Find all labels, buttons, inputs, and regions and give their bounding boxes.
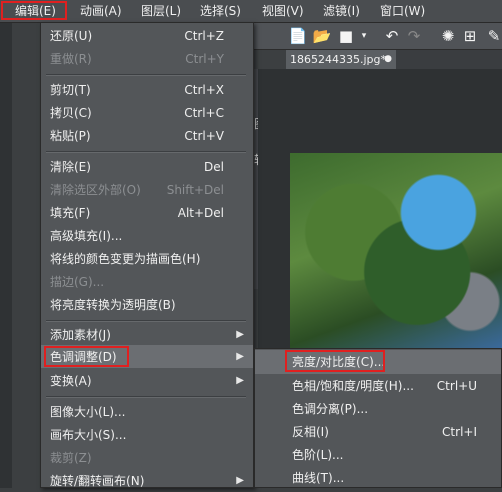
menu-item-label: 添加素材(J) <box>50 328 111 342</box>
menu-layer[interactable]: 图层(L) <box>141 0 181 22</box>
chevron-down-icon[interactable]: ▾ <box>354 26 374 46</box>
menu-item-crop[interactable]: 裁剪(Z) <box>50 447 250 469</box>
menu-window[interactable]: 窗口(W) <box>380 0 425 22</box>
submenu-arrow-icon: ▶ <box>236 375 244 386</box>
menu-separator <box>46 74 246 76</box>
document-tab[interactable]: 1865244335.jpg* ● <box>286 50 396 69</box>
menu-item-luminance-to-alpha[interactable]: 将亮度转换为透明度(B) <box>50 294 250 316</box>
menu-item-label: 描边(G)... <box>50 275 105 289</box>
menu-bar: 编辑(E) 动画(A) 图层(L) 选择(S) 视图(V) 滤镜(I) 窗口(W… <box>0 0 502 23</box>
submenu-item-label: 色相/饱和度/明度(H)... <box>292 379 414 393</box>
submenu-arrow-icon: ▶ <box>236 351 244 362</box>
menu-edit-highlight <box>1 1 67 20</box>
undo-icon[interactable]: ↶ <box>382 26 402 46</box>
menu-select[interactable]: 选择(S) <box>200 0 241 22</box>
menu-item-paste[interactable]: 粘贴(P) Ctrl+V <box>50 125 250 147</box>
menu-item-clear[interactable]: 清除(E) Del <box>50 156 250 178</box>
menu-item-label: 将亮度转换为透明度(B) <box>50 298 176 312</box>
menu-item-transform[interactable]: 变换(A) ▶ <box>50 370 250 392</box>
menu-item-label: 旋转/翻转画布(N) <box>50 474 145 488</box>
menu-separator <box>46 320 246 322</box>
menu-filter[interactable]: 滤镜(I) <box>323 0 360 22</box>
left-tool-strip <box>0 23 12 488</box>
menu-item-label: 画布大小(S)... <box>50 428 127 442</box>
tone-correction-highlight <box>44 346 129 367</box>
save-icon[interactable]: ■ <box>336 26 356 46</box>
menu-item-shortcut: Alt+Del <box>177 206 224 220</box>
spinner-icon[interactable]: ✺ <box>438 26 458 46</box>
toolbar: 📄 📂 ■ ▾ ↶ ↷ ✺ ⊞ ✎ <box>252 23 502 50</box>
submenu-item-label: 反相(I) <box>292 425 329 439</box>
menu-item-label: 清除(E) <box>50 160 91 174</box>
menu-item-redo[interactable]: 重做(R) Ctrl+Y <box>50 48 250 70</box>
menu-item-label: 拷贝(C) <box>50 106 92 120</box>
menu-item-shortcut: Shift+Del <box>166 183 224 197</box>
redo-icon[interactable]: ↷ <box>404 26 424 46</box>
menu-item-undo[interactable]: 还原(U) Ctrl+Z <box>50 25 250 47</box>
menu-item-copy[interactable]: 拷贝(C) Ctrl+C <box>50 102 250 124</box>
menu-item-stroke[interactable]: 描边(G)... <box>50 271 250 293</box>
menu-item-label: 粘贴(P) <box>50 129 91 143</box>
submenu-item-label: 色阶(L)... <box>292 448 344 462</box>
brush-icon[interactable]: ✎ <box>484 26 502 46</box>
document-tab-label: 1865244335.jpg* <box>290 53 387 66</box>
tab-close-icon[interactable]: ● <box>384 50 392 69</box>
menu-item-shortcut: Ctrl+Y <box>185 52 224 66</box>
menu-item-advanced-fill[interactable]: 高级填充(I)... <box>50 225 250 247</box>
menu-separator <box>46 396 246 398</box>
menu-item-shortcut: Ctrl+C <box>184 106 224 120</box>
submenu-arrow-icon: ▶ <box>236 475 244 486</box>
menu-item-label: 剪切(T) <box>50 83 91 97</box>
submenu-item-shortcut: Ctrl+U <box>436 379 477 393</box>
submenu-item-hue-saturation[interactable]: 色相/饱和度/明度(H)... Ctrl+U <box>292 375 497 397</box>
menu-view[interactable]: 视图(V) <box>262 0 304 22</box>
menu-item-shortcut: Ctrl+Z <box>184 29 224 43</box>
canvas-image <box>290 153 502 351</box>
menu-item-fill[interactable]: 填充(F) Alt+Del <box>50 202 250 224</box>
submenu-item-invert[interactable]: 反相(I) Ctrl+I <box>292 421 497 443</box>
menu-item-label: 高级填充(I)... <box>50 229 123 243</box>
menu-item-image-size[interactable]: 图像大小(L)... <box>50 401 250 423</box>
submenu-item-posterize[interactable]: 色调分离(P)... <box>292 398 497 420</box>
brightness-contrast-highlight <box>285 350 385 372</box>
menu-item-label: 裁剪(Z) <box>50 451 92 465</box>
menu-item-label: 清除选区外部(O) <box>50 183 141 197</box>
submenu-item-levels[interactable]: 色阶(L)... <box>292 444 497 466</box>
submenu-item-shortcut: Ctrl+I <box>442 425 477 439</box>
menu-animation[interactable]: 动画(A) <box>80 0 122 22</box>
menu-item-clear-outside[interactable]: 清除选区外部(O) Shift+Del <box>50 179 250 201</box>
menu-item-line-color[interactable]: 将线的颜色变更为描画色(H) <box>50 248 250 270</box>
menu-item-shortcut: Del <box>204 160 224 174</box>
submenu-item-label: 曲线(T)... <box>292 471 345 485</box>
submenu-item-curves[interactable]: 曲线(T)... <box>292 467 497 489</box>
submenu-arrow-icon: ▶ <box>236 329 244 340</box>
menu-item-label: 变换(A) <box>50 374 92 388</box>
new-file-icon[interactable]: 📄 <box>288 26 308 46</box>
menu-item-shortcut: Ctrl+X <box>184 83 224 97</box>
menu-item-label: 重做(R) <box>50 52 92 66</box>
menu-item-label: 填充(F) <box>50 206 91 220</box>
menu-item-cut[interactable]: 剪切(T) Ctrl+X <box>50 79 250 101</box>
open-folder-icon[interactable]: 📂 <box>312 26 332 46</box>
submenu-item-label: 色调分离(P)... <box>292 402 369 416</box>
menu-separator <box>46 151 246 153</box>
menu-item-canvas-size[interactable]: 画布大小(S)... <box>50 424 250 446</box>
menu-item-add-material[interactable]: 添加素材(J) ▶ <box>50 324 250 346</box>
menu-item-shortcut: Ctrl+V <box>184 129 224 143</box>
menu-item-rotate-flip[interactable]: 旋转/翻转画布(N) ▶ <box>50 470 250 492</box>
menu-item-label: 图像大小(L)... <box>50 405 126 419</box>
menu-item-label: 还原(U) <box>50 29 93 43</box>
edit-menu-items: 还原(U) Ctrl+Z 重做(R) Ctrl+Y 剪切(T) Ctrl+X 拷贝(C… <box>40 22 254 488</box>
grid-icon[interactable]: ⊞ <box>460 26 480 46</box>
menu-item-label: 将线的颜色变更为描画色(H) <box>50 252 201 266</box>
